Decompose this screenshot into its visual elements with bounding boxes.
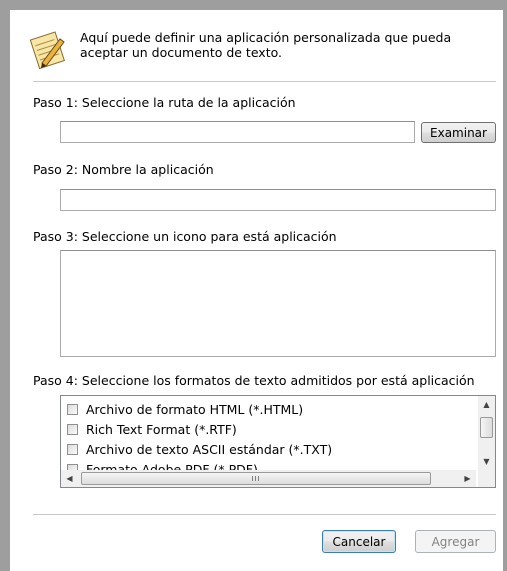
checkbox-html[interactable] — [67, 403, 78, 415]
application-path-field[interactable] — [60, 121, 415, 143]
format-label: Archivo de texto ASCII estándar (*.TXT) — [86, 441, 333, 457]
step2-label: Paso 2: Nombre la aplicación — [33, 162, 214, 177]
vertical-scrollbar[interactable]: ▲ ▼ — [478, 396, 495, 470]
checkbox-txt[interactable] — [67, 443, 78, 455]
formats-list-viewport: Archivo de formato HTML (*.HTML) Rich Te… — [61, 396, 476, 470]
window-frame-right — [503, 0, 507, 571]
checkbox-rtf[interactable] — [67, 423, 78, 435]
list-item-pdf[interactable]: Formato Adobe PDF (*.PDF) — [61, 459, 476, 470]
horizontal-scroll-thumb[interactable]: III — [81, 472, 431, 485]
scroll-left-arrow-icon[interactable]: ◀ — [61, 470, 78, 487]
application-name-field[interactable] — [60, 189, 496, 211]
scrollbar-corner — [478, 470, 495, 487]
list-item-rtf[interactable]: Rich Text Format (*.RTF) — [61, 419, 476, 439]
format-label: Archivo de formato HTML (*.HTML) — [86, 401, 304, 417]
scroll-up-arrow-icon[interactable]: ▲ — [478, 396, 495, 413]
format-label: Rich Text Format (*.RTF) — [86, 421, 237, 437]
cancel-button[interactable]: Cancelar — [322, 530, 396, 553]
format-label: Formato Adobe PDF (*.PDF) — [86, 461, 258, 471]
step4-label: Paso 4: Seleccione los formatos de texto… — [33, 373, 475, 388]
vertical-scroll-thumb[interactable] — [480, 417, 493, 438]
text-formats-list[interactable]: Archivo de formato HTML (*.HTML) Rich Te… — [60, 395, 496, 488]
step1-label: Paso 1: Seleccione la ruta de la aplicac… — [33, 95, 296, 110]
separator — [33, 514, 496, 515]
separator — [33, 81, 496, 82]
icon-selection-box[interactable] — [60, 250, 496, 357]
window-frame-top — [0, 0, 507, 10]
step3-label: Paso 3: Seleccione un icono para está ap… — [33, 229, 337, 244]
notepad-pencil-icon — [28, 29, 68, 70]
header-description: Aquí puede definir una aplicación person… — [80, 30, 452, 60]
add-button[interactable]: Agregar — [415, 530, 496, 553]
list-item-html[interactable]: Archivo de formato HTML (*.HTML) — [61, 399, 476, 419]
scroll-down-arrow-icon[interactable]: ▼ — [478, 453, 495, 470]
list-item-txt[interactable]: Archivo de texto ASCII estándar (*.TXT) — [61, 439, 476, 459]
browse-button[interactable]: Examinar — [421, 122, 496, 143]
window-frame-left — [0, 0, 10, 571]
scroll-right-arrow-icon[interactable]: ▶ — [459, 470, 476, 487]
horizontal-scrollbar[interactable]: ◀ III ▶ — [61, 470, 476, 487]
